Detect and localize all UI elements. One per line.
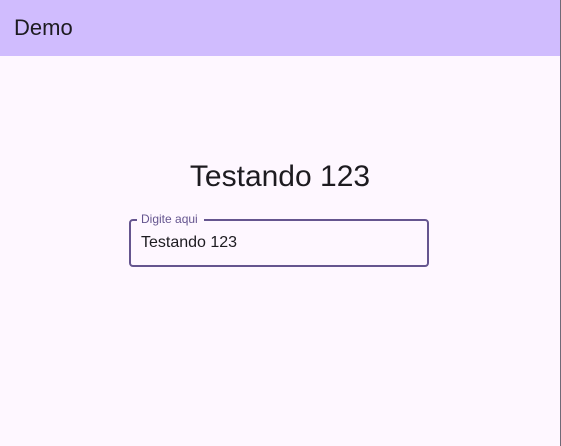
app-bar: Demo <box>0 0 560 56</box>
main-content: Testando 123 Digite aqui <box>0 56 560 446</box>
text-field[interactable]: Digite aqui <box>129 211 429 267</box>
text-input[interactable] <box>141 231 411 255</box>
text-field-label: Digite aqui <box>137 211 204 227</box>
app-title: Demo <box>14 15 73 40</box>
echo-text: Testando 123 <box>189 160 371 193</box>
